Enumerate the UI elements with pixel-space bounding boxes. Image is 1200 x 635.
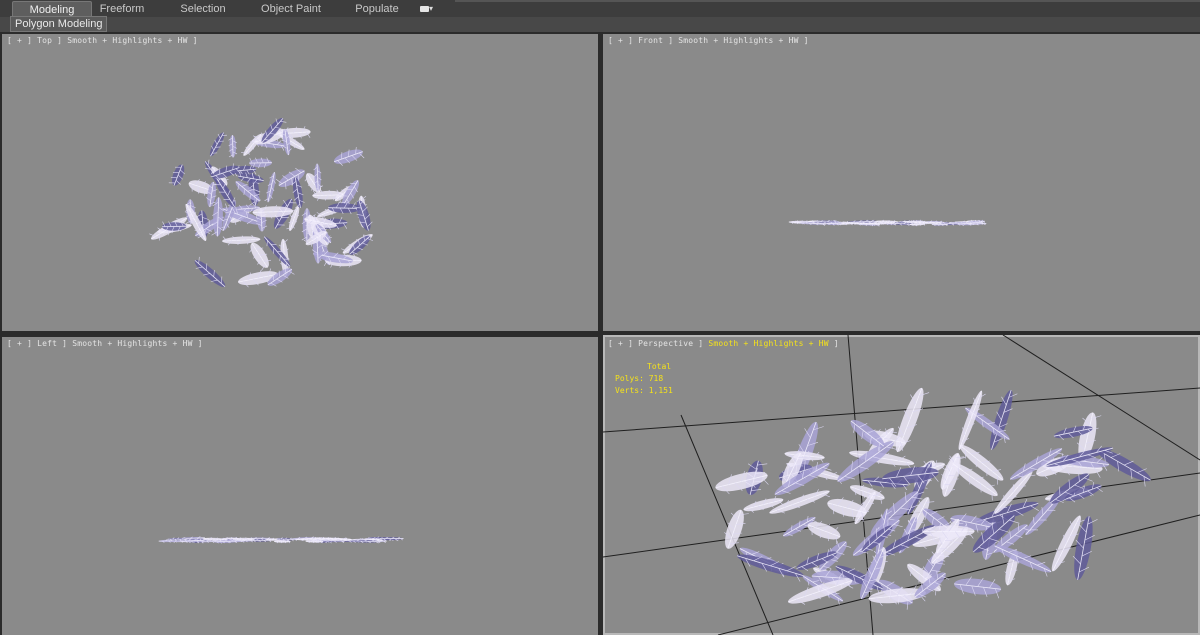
feather-scatter-top [149, 118, 374, 288]
ribbon-tab-bar: Modeling Freeform Selection Object Paint… [0, 0, 1200, 17]
grid-line [1002, 335, 1200, 461]
feather [228, 135, 238, 158]
stats-verts-row: Verts: 1,151 [615, 385, 673, 397]
perspective-scene [603, 335, 1200, 635]
feather [264, 172, 276, 203]
feather [333, 147, 365, 166]
feather [724, 509, 749, 549]
grid-line [680, 414, 774, 635]
stats-polys-row: Polys: 718 [615, 373, 673, 385]
feather [994, 545, 1052, 577]
tab-freeform[interactable]: Freeform [92, 1, 152, 17]
viewport-left-label[interactable]: [ + ] Left ] Smooth + Highlights + HW ] [7, 339, 203, 348]
stats-verts-value: 1,151 [648, 386, 673, 395]
feather [354, 199, 373, 231]
viewport-front[interactable]: [ + ] Front ] Smooth + Highlights + HW ] [603, 34, 1200, 331]
scene-statistics: Total Polys: 718 Verts: 1,151 [615, 361, 673, 397]
ribbon-divider [455, 0, 1200, 2]
tab-modeling[interactable]: Modeling [12, 1, 92, 17]
ribbon: Modeling Freeform Selection Object Paint… [0, 0, 1200, 32]
perspective-label-shading[interactable]: Smooth + Highlights + HW [703, 339, 833, 348]
tab-selection[interactable]: Selection [168, 1, 238, 17]
feather [990, 389, 1018, 450]
feather [209, 132, 228, 157]
stats-polys-label: Polys: [615, 374, 644, 383]
feather-strip-left [158, 536, 404, 544]
stats-total-label: Total [647, 362, 672, 371]
stats-polys-value: 718 [648, 374, 664, 383]
feather-strip-front [788, 219, 987, 227]
feather [168, 164, 185, 186]
chevron-down-icon: ▾ [429, 4, 434, 13]
feather [954, 576, 1002, 599]
viewport-front-label[interactable]: [ + ] Front ] Smooth + Highlights + HW ] [608, 36, 809, 45]
tab-object-paint[interactable]: Object Paint [254, 1, 328, 17]
polygon-modeling-panel-button[interactable]: Polygon Modeling [10, 16, 108, 32]
viewport-top[interactable]: [ + ] Top ] Smooth + Highlights + HW ] [2, 34, 598, 331]
feather [275, 167, 305, 190]
tab-populate[interactable]: Populate [348, 1, 406, 17]
feather [194, 256, 226, 288]
viewport-perspective[interactable]: [ + ] Perspective ] Smooth + Highlights … [603, 335, 1200, 635]
viewport-top-label[interactable]: [ + ] Top ] Smooth + Highlights + HW ] [7, 36, 198, 45]
viewport-left[interactable]: [ + ] Left ] Smooth + Highlights + HW ] [2, 337, 598, 635]
ribbon-panel-bar [0, 17, 1200, 32]
viewport-perspective-label[interactable]: [ + ] Perspective ] Smooth + Highlights … [608, 339, 839, 348]
camera-icon [420, 5, 429, 12]
perspective-label-suffix: ] [833, 339, 839, 348]
ribbon-options-dropdown[interactable]: ▾ [420, 3, 440, 15]
perspective-label-prefix: [ + ] Perspective ] [608, 339, 704, 348]
stats-verts-label: Verts: [615, 386, 644, 395]
